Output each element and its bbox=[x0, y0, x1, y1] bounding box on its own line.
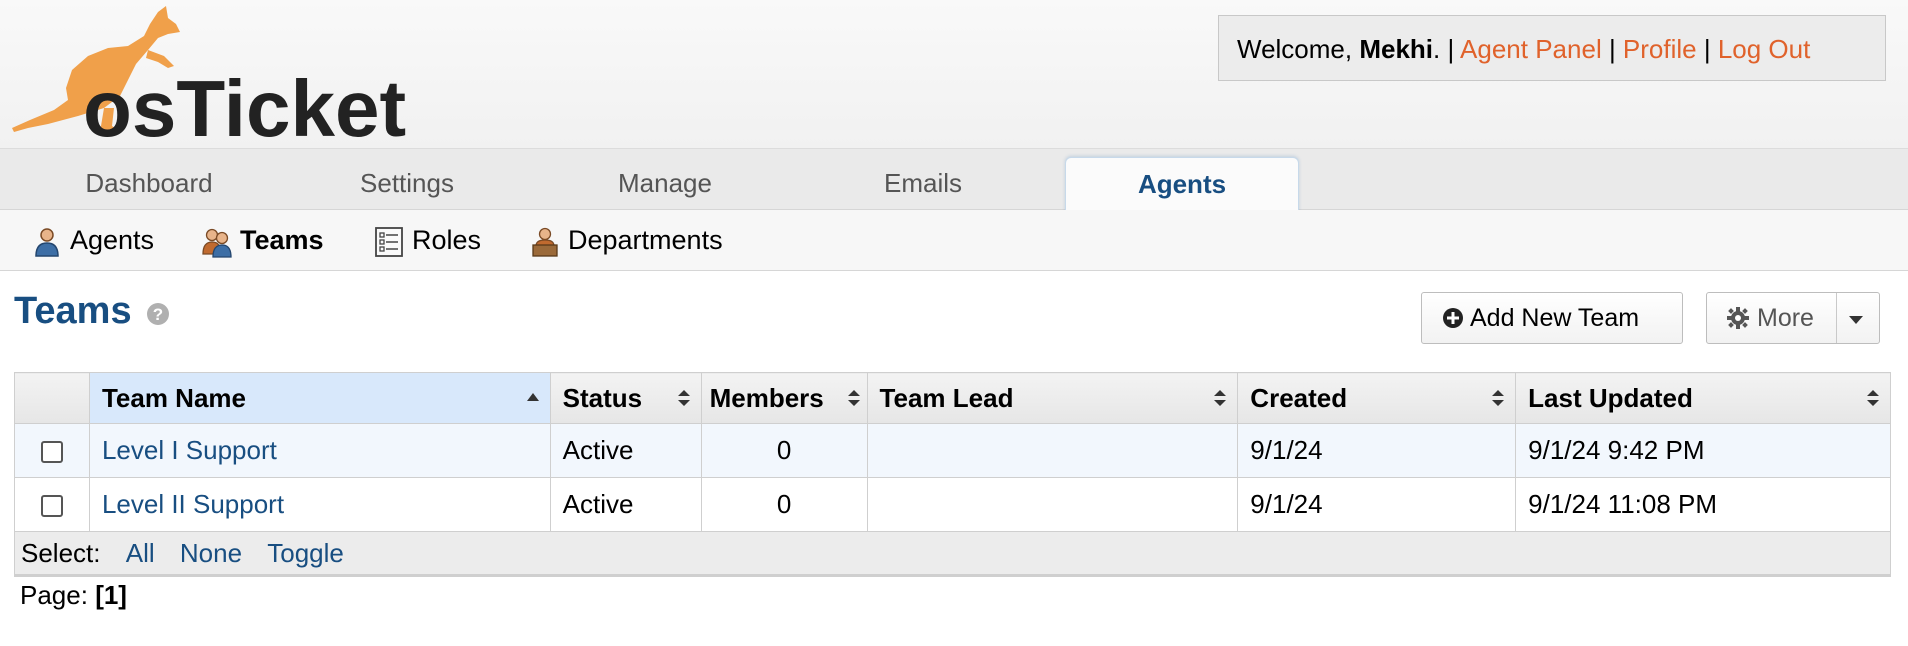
agent-panel-link[interactable]: Agent Panel bbox=[1460, 34, 1602, 64]
column-header-label: Members bbox=[709, 382, 824, 413]
row-checkbox[interactable] bbox=[40, 495, 63, 518]
subnav-item-agents[interactable]: Agents bbox=[32, 222, 154, 258]
select-row: Select: All None Toggle bbox=[14, 531, 1891, 577]
sort-icon bbox=[847, 390, 860, 406]
subnav-label: Teams bbox=[240, 225, 324, 255]
tab-emails[interactable]: Emails bbox=[807, 157, 1039, 211]
subnav-item-roles[interactable]: Roles bbox=[374, 222, 481, 258]
team-lead-cell bbox=[866, 477, 1239, 532]
members-cell: 0 bbox=[700, 423, 868, 478]
sort-icon bbox=[677, 390, 690, 406]
separator: | bbox=[1601, 34, 1623, 64]
column-header-status[interactable]: Status bbox=[549, 372, 702, 424]
select-all-link[interactable]: All bbox=[126, 538, 155, 568]
roles-icon bbox=[375, 226, 403, 257]
user-info-box: Welcome, Mekhi. | Agent Panel | Profile … bbox=[1218, 15, 1886, 81]
status-cell: Active bbox=[549, 477, 702, 532]
team-link[interactable]: Level I Support bbox=[102, 435, 277, 465]
pagination: Page: [1] bbox=[20, 580, 127, 611]
button-divider bbox=[1836, 293, 1837, 343]
plus-circle-icon bbox=[1443, 308, 1463, 328]
add-new-team-label: Add New Team bbox=[1470, 304, 1640, 332]
header: osTicket Welcome, Mekhi. | Agent Panel |… bbox=[0, 0, 1908, 148]
help-icon[interactable]: ? bbox=[146, 302, 170, 326]
main-nav: Dashboard Settings Manage Emails Agents bbox=[0, 148, 1908, 214]
column-header-team-name[interactable]: Team Name bbox=[88, 372, 551, 424]
column-header-label: Last Updated bbox=[1528, 382, 1693, 413]
tab-agents[interactable]: Agents bbox=[1065, 157, 1299, 214]
sort-icon bbox=[1867, 390, 1879, 406]
row-select-cell bbox=[14, 477, 90, 532]
chevron-down-icon[interactable] bbox=[1848, 315, 1864, 325]
tab-manage[interactable]: Manage bbox=[549, 157, 781, 211]
row-select-cell bbox=[14, 423, 90, 478]
welcome-text: Welcome, bbox=[1237, 34, 1360, 64]
tab-settings[interactable]: Settings bbox=[291, 157, 523, 211]
column-header-label: Status bbox=[562, 382, 643, 413]
page-title: Teams bbox=[14, 290, 132, 332]
teams-table: Team Name Status Members Team Lead Creat… bbox=[14, 372, 1891, 577]
column-header-label: Team Lead bbox=[879, 382, 1014, 413]
sort-asc-icon bbox=[526, 393, 539, 401]
select-column-header bbox=[14, 372, 90, 424]
last-updated-cell: 9/1/24 11:08 PM bbox=[1515, 477, 1891, 532]
svg-text:?: ? bbox=[153, 305, 163, 324]
select-controls: Select: All None Toggle bbox=[14, 531, 1891, 577]
members-cell: 0 bbox=[700, 477, 868, 532]
team-name-cell: Level II Support bbox=[88, 477, 551, 532]
select-none-link[interactable]: None bbox=[180, 538, 242, 568]
teams-icon bbox=[202, 228, 232, 258]
sub-nav: Agents Teams Roles Departments bbox=[0, 210, 1908, 271]
more-label: More bbox=[1757, 304, 1814, 332]
select-label: Select: bbox=[21, 537, 101, 568]
subnav-label: Roles bbox=[412, 225, 482, 255]
subnav-label: Departments bbox=[568, 225, 723, 255]
departments-icon bbox=[532, 227, 558, 257]
created-cell: 9/1/24 bbox=[1237, 477, 1517, 532]
column-header-members[interactable]: Members bbox=[700, 372, 868, 424]
team-link[interactable]: Level II Support bbox=[102, 489, 284, 519]
profile-link[interactable]: Profile bbox=[1623, 34, 1697, 64]
gear-icon bbox=[1727, 307, 1749, 329]
add-new-team-button[interactable]: Add New Team bbox=[1421, 292, 1683, 344]
logout-link[interactable]: Log Out bbox=[1718, 34, 1811, 64]
subnav-item-departments[interactable]: Departments bbox=[530, 222, 723, 258]
tab-dashboard[interactable]: Dashboard bbox=[33, 157, 265, 211]
sort-icon bbox=[1492, 390, 1505, 406]
table-row: Level II Support Active 0 9/1/24 9/1/24 … bbox=[14, 477, 1891, 532]
subnav-item-teams[interactable]: Teams bbox=[202, 222, 324, 258]
team-lead-cell bbox=[866, 423, 1239, 478]
subnav-label: Agents bbox=[70, 225, 155, 255]
svg-text:osTicket: osTicket bbox=[83, 64, 406, 142]
column-header-created[interactable]: Created bbox=[1237, 372, 1517, 424]
user-name: Mekhi bbox=[1359, 34, 1434, 64]
column-header-label: Created bbox=[1250, 382, 1348, 413]
team-name-cell: Level I Support bbox=[88, 423, 551, 478]
select-toggle-link[interactable]: Toggle bbox=[267, 538, 344, 568]
status-cell: Active bbox=[549, 423, 702, 478]
column-header-last-updated[interactable]: Last Updated bbox=[1515, 372, 1891, 424]
osticket-logo[interactable]: osTicket bbox=[8, 4, 408, 142]
page-label: Page: bbox=[20, 580, 88, 610]
separator: | bbox=[1440, 34, 1461, 64]
more-button[interactable]: More bbox=[1706, 292, 1880, 344]
separator: | bbox=[1696, 34, 1718, 64]
table-header-row: Team Name Status Members Team Lead Creat… bbox=[14, 372, 1891, 424]
sort-icon bbox=[1214, 390, 1227, 406]
table-row: Level I Support Active 0 9/1/24 9/1/24 9… bbox=[14, 423, 1891, 478]
agent-icon bbox=[35, 228, 59, 257]
created-cell: 9/1/24 bbox=[1237, 423, 1517, 478]
current-page[interactable]: [1] bbox=[95, 580, 127, 610]
column-header-team-lead[interactable]: Team Lead bbox=[866, 372, 1239, 424]
column-header-label: Team Name bbox=[101, 382, 246, 413]
last-updated-cell: 9/1/24 9:42 PM bbox=[1515, 423, 1891, 478]
row-checkbox[interactable] bbox=[40, 441, 63, 464]
